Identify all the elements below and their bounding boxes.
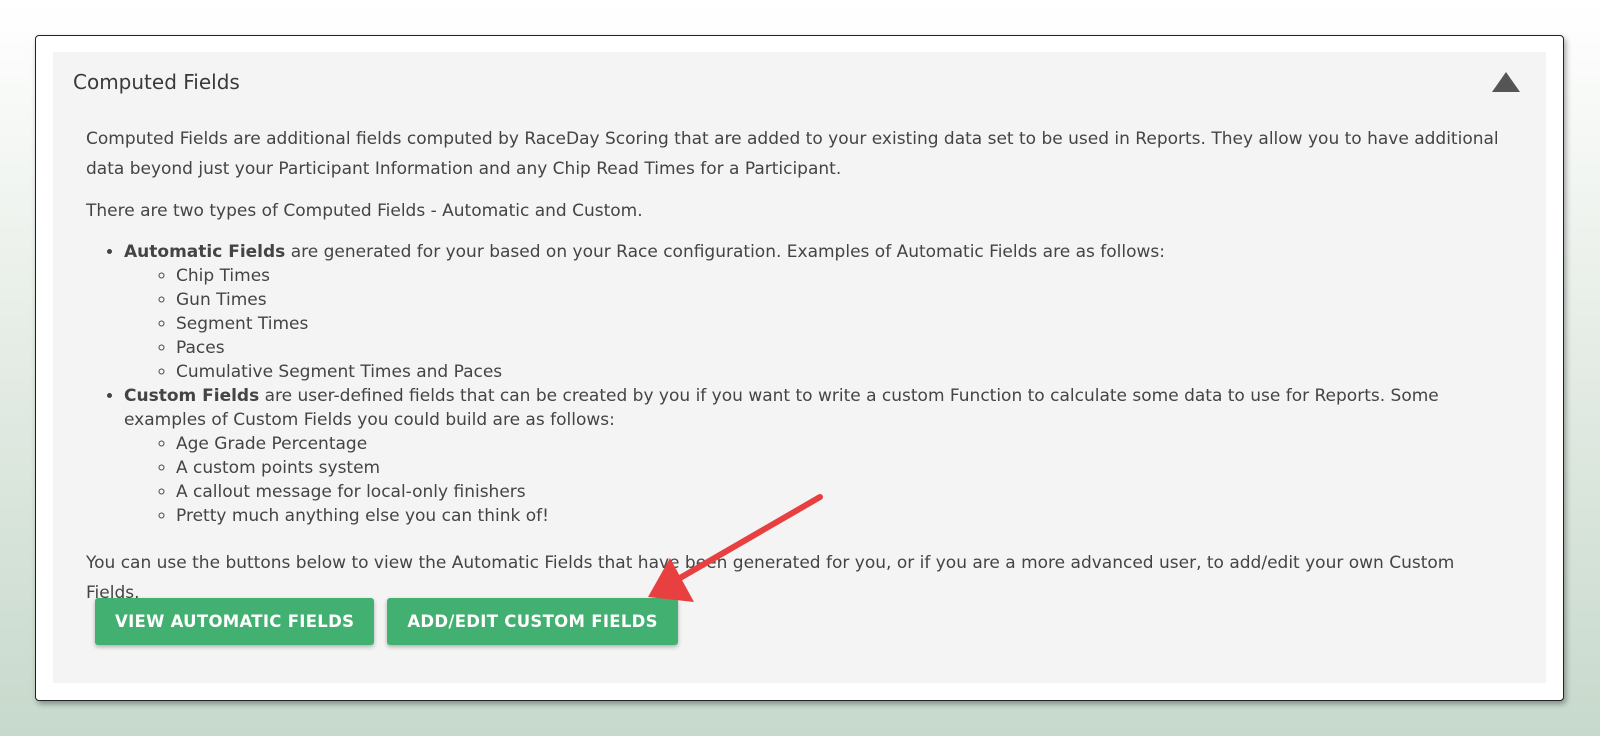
automatic-fields-text: are generated for your based on your Rac… <box>285 242 1165 262</box>
list-item: Paces <box>176 336 1506 360</box>
list-item-automatic-fields: Automatic Fields are generated for your … <box>124 240 1506 384</box>
types-paragraph: There are two types of Computed Fields -… <box>86 201 643 221</box>
collapse-triangle-icon[interactable] <box>1492 72 1520 92</box>
panel-title: Computed Fields <box>73 70 240 94</box>
list-item: Pretty much anything else you can think … <box>176 504 1506 528</box>
list-item: A callout message for local-only finishe… <box>176 480 1506 504</box>
list-item: Gun Times <box>176 288 1506 312</box>
add-edit-custom-fields-button[interactable]: ADD/EDIT CUSTOM FIELDS <box>387 598 678 645</box>
view-automatic-fields-button[interactable]: VIEW AUTOMATIC FIELDS <box>95 598 375 645</box>
list-item: A custom points system <box>176 456 1506 480</box>
custom-fields-label: Custom Fields <box>124 386 260 406</box>
automatic-fields-label: Automatic Fields <box>124 242 286 262</box>
screenshot-frame: Computed Fields Computed Fields are addi… <box>35 35 1564 701</box>
list-item: Cumulative Segment Times and Paces <box>176 360 1506 384</box>
list-item-custom-fields: Custom Fields are user-defined fields th… <box>124 384 1506 528</box>
custom-fields-text: are user-defined fields that can be crea… <box>124 386 1439 430</box>
list-item: Chip Times <box>176 264 1506 288</box>
automatic-fields-examples: Chip Times Gun Times Segment Times Paces… <box>124 264 1506 384</box>
button-row: VIEW AUTOMATIC FIELDS ADD/EDIT CUSTOM FI… <box>95 598 678 645</box>
field-types-list: Automatic Fields are generated for your … <box>86 240 1506 528</box>
intro-paragraph: Computed Fields are additional fields co… <box>86 129 1499 179</box>
list-item: Age Grade Percentage <box>176 432 1506 456</box>
computed-fields-panel: Computed Fields Computed Fields are addi… <box>53 52 1546 683</box>
panel-body: Computed Fields are additional fields co… <box>86 124 1506 608</box>
list-item: Segment Times <box>176 312 1506 336</box>
custom-fields-examples: Age Grade Percentage A custom points sys… <box>124 432 1506 528</box>
